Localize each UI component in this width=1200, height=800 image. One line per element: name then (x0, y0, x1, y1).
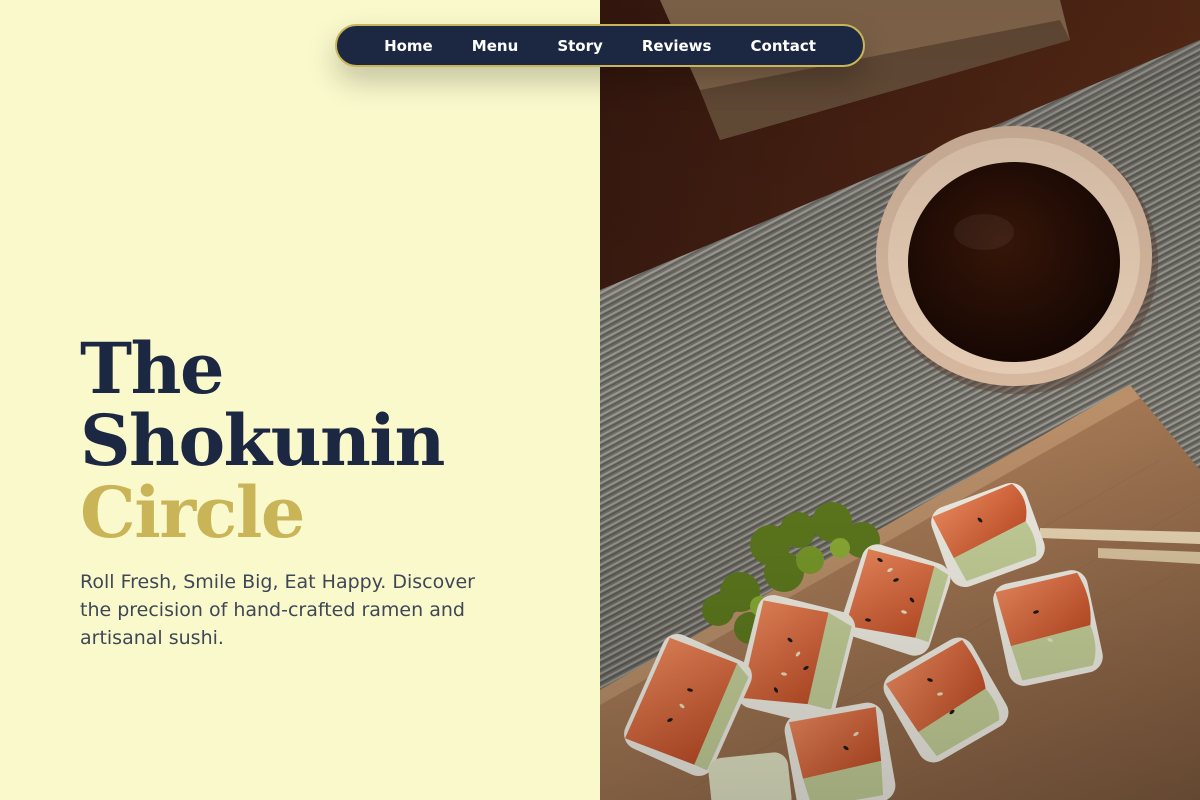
hero-photo (600, 0, 1200, 800)
nav-reviews-link[interactable]: Reviews (642, 37, 712, 55)
nav-contact-link[interactable]: Contact (751, 37, 816, 55)
hero-title: The Shokunin Circle (80, 327, 445, 554)
nav-menu-link[interactable]: Menu (472, 37, 518, 55)
hero-tagline: Roll Fresh, Smile Big, Eat Happy. Discov… (80, 571, 475, 649)
hero-title-line-2: Shokunin (80, 399, 445, 482)
sushi-photo-image (600, 0, 1200, 800)
hero-title-line-1: The (80, 327, 225, 410)
hero-title-line-3: Circle (80, 471, 305, 554)
nav-home-link[interactable]: Home (384, 37, 433, 55)
nav-story-link[interactable]: Story (557, 37, 602, 55)
hero-left-pane: The Shokunin Circle Roll Fresh, Smile Bi… (0, 0, 600, 800)
main-nav: Home Menu Story Reviews Contact (335, 24, 865, 67)
